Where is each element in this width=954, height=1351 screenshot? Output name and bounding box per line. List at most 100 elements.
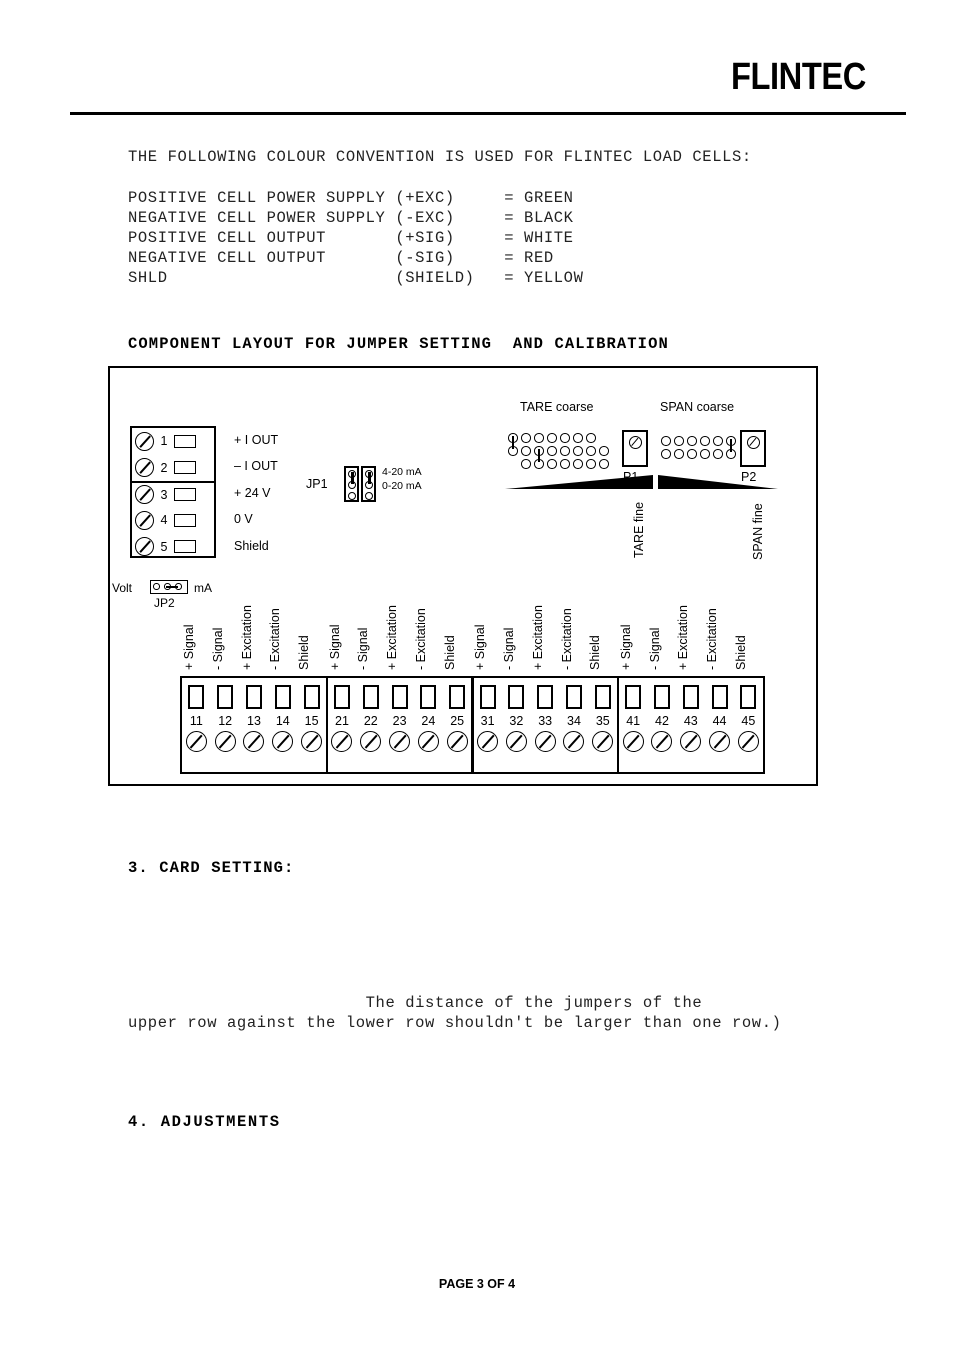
page-header: FLINTEC xyxy=(0,0,954,120)
terminal-signal-name: - Signal xyxy=(356,627,371,670)
component-layout-diagram: 1 2 3 4 5 + I OUT – I OUT + 24 V 0 V Shi… xyxy=(108,366,818,786)
terminal-group-1: + Signal 11 - Signal 12 + Excitation 13 … xyxy=(180,605,328,774)
intro-paragraph: THE FOLLOWING COLOUR CONVENTION IS USED … xyxy=(128,148,752,166)
terminal-cell[interactable]: Shield 35 xyxy=(588,635,617,772)
terminal-cell[interactable]: + Excitation 33 xyxy=(531,605,560,772)
tare-coarse-label: TARE coarse xyxy=(520,400,594,414)
terminal-number: 33 xyxy=(538,714,553,728)
terminal-number: 14 xyxy=(275,714,290,728)
terminal-number: 11 xyxy=(189,714,203,728)
card-setting-paragraph: The distance of the jumpers of the upper… xyxy=(128,994,782,1032)
terminal-pad xyxy=(537,685,554,709)
terminal-pad xyxy=(174,488,196,502)
screw-terminal-icon xyxy=(243,731,265,752)
screw-terminal-icon xyxy=(446,731,468,752)
terminal-pad xyxy=(479,685,496,709)
jp1-option-0-20ma: 0-20 mA xyxy=(382,480,422,492)
p1-trimmer-potentiometer[interactable] xyxy=(622,430,648,467)
terminal-cell[interactable]: + Signal 31 xyxy=(473,624,502,772)
p2-trimmer-potentiometer[interactable] xyxy=(740,430,766,467)
terminal-number: 25 xyxy=(450,714,465,728)
terminal-row: 5 xyxy=(132,534,214,560)
terminal-cell[interactable]: Shield 45 xyxy=(734,635,763,772)
screw-terminal-icon xyxy=(563,731,585,752)
terminal-pad xyxy=(594,685,611,709)
terminal-signal-name: - Signal xyxy=(210,627,225,670)
list-item: POSITIVE CELL OUTPUT (+SIG) = WHITE xyxy=(128,229,574,247)
span-jumper-1 xyxy=(729,439,733,452)
terminal-cell[interactable]: + Signal 21 xyxy=(328,624,357,772)
terminal-cell[interactable]: + Signal 11 xyxy=(182,624,211,772)
terminal-signal-name: + Signal xyxy=(327,624,342,670)
terminal-number: 32 xyxy=(509,714,524,728)
tare-jumper-2 xyxy=(537,449,541,462)
terminal-number: 42 xyxy=(655,714,669,728)
header-divider xyxy=(70,112,906,115)
jp1a-bridge xyxy=(351,472,354,484)
terminal-pad xyxy=(303,685,320,709)
terminal-signal-name: - Excitation xyxy=(559,608,574,670)
power-terminal-label-1: + I OUT xyxy=(234,433,279,447)
terminal-number: 1 xyxy=(160,434,168,449)
terminal-pad xyxy=(174,540,196,554)
screw-terminal-icon xyxy=(477,731,499,752)
adjustments-heading: 4. ADJUSTMENTS xyxy=(128,1113,281,1131)
power-terminal-label-5: Shield xyxy=(234,539,269,553)
power-terminal-label-3: + 24 V xyxy=(234,486,271,500)
terminal-cell[interactable]: - Excitation 44 xyxy=(705,608,734,772)
terminal-cell[interactable]: Shield 25 xyxy=(443,635,472,772)
terminal-pad xyxy=(653,685,670,709)
terminal-number: 31 xyxy=(480,714,495,728)
terminal-signal-name: Shield xyxy=(733,635,748,670)
terminal-cell[interactable]: - Excitation 14 xyxy=(268,608,297,772)
terminal-cell[interactable]: - Excitation 34 xyxy=(560,608,589,772)
terminal-cell[interactable]: - Excitation 24 xyxy=(414,608,443,772)
screw-terminal-icon xyxy=(534,731,556,752)
terminal-pad xyxy=(333,685,350,709)
terminal-signal-name: - Excitation xyxy=(705,608,720,670)
jp1-jumper-a[interactable] xyxy=(344,466,359,502)
terminal-row: 4 xyxy=(132,507,214,533)
terminal-number: 3 xyxy=(160,487,168,502)
screw-terminal-icon xyxy=(389,731,411,752)
terminal-pad xyxy=(188,685,205,709)
jp1-jumper-b[interactable] xyxy=(361,466,376,502)
terminal-pad xyxy=(217,685,234,709)
terminal-cell[interactable]: - Signal 32 xyxy=(502,628,531,772)
terminal-pad xyxy=(711,685,728,709)
terminal-pad xyxy=(174,513,196,527)
terminal-number: 41 xyxy=(626,714,641,728)
jp2-ma-label: mA xyxy=(194,581,212,595)
screw-terminal-icon xyxy=(301,731,323,752)
screw-terminal-icon xyxy=(214,731,236,752)
terminal-signal-name: + Signal xyxy=(618,624,633,670)
jp1-option-4-20ma: 4-20 mA xyxy=(382,466,422,478)
terminal-number: 43 xyxy=(683,714,698,728)
terminal-signal-name: + Excitation xyxy=(530,605,545,670)
terminal-signal-name: + Signal xyxy=(473,624,488,670)
jp1a-pin-3 xyxy=(347,491,356,500)
terminal-pad xyxy=(274,685,291,709)
screw-terminal-icon xyxy=(592,731,614,752)
terminal-cell[interactable]: + Signal 41 xyxy=(619,624,648,772)
screw-terminal-icon xyxy=(360,731,382,752)
list-item: POSITIVE CELL POWER SUPPLY (+EXC) = GREE… xyxy=(128,189,574,207)
terminal-cell[interactable]: - Signal 22 xyxy=(356,628,385,772)
terminal-cell[interactable]: + Excitation 43 xyxy=(676,605,705,772)
jp2-jumper[interactable] xyxy=(150,580,188,594)
terminal-number: 22 xyxy=(363,714,378,728)
terminal-cell[interactable]: + Excitation 13 xyxy=(240,605,269,772)
jp2-bridge xyxy=(166,585,178,589)
screw-terminal-icon xyxy=(135,537,154,557)
terminal-cell[interactable]: - Signal 42 xyxy=(648,628,677,772)
terminal-cell[interactable]: + Excitation 23 xyxy=(385,605,414,772)
terminal-pad xyxy=(245,685,262,709)
screw-terminal-icon xyxy=(417,731,439,752)
p2-label: P2 xyxy=(741,470,757,484)
terminal-cell[interactable]: Shield 15 xyxy=(297,635,326,772)
p1-label: P1 xyxy=(623,470,639,484)
terminal-cell[interactable]: - Signal 12 xyxy=(211,628,240,772)
terminal-pad xyxy=(508,685,525,709)
power-terminal-label-2: – I OUT xyxy=(234,459,278,473)
terminal-signal-name: + Excitation xyxy=(676,605,691,670)
